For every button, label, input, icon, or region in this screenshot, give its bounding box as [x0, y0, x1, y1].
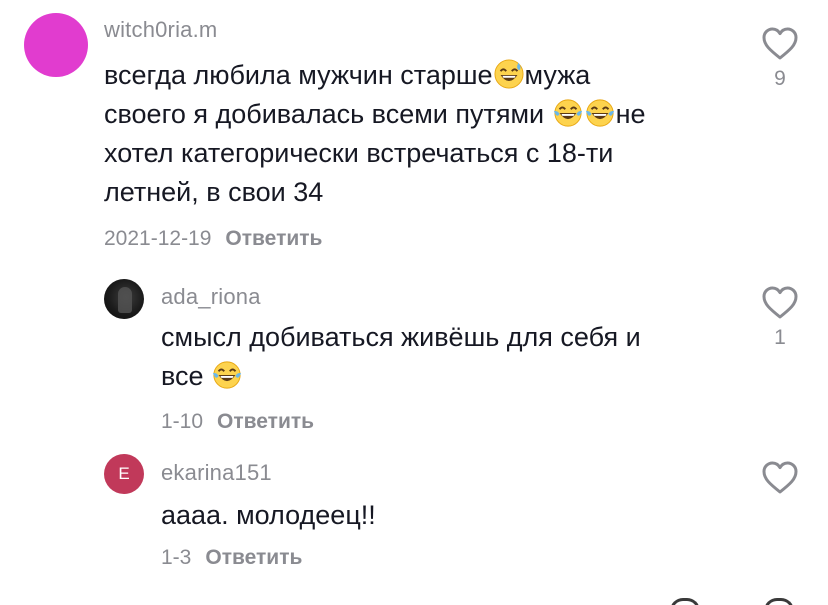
comment-text: всегда любила мужчин старше мужа своего я… [104, 56, 646, 212]
comment-date: 2021-12-19 [104, 227, 212, 250]
comment-meta: 1-10 Ответить [161, 410, 314, 434]
comment-line: хотел категорически встречаться с 18-ти [104, 138, 614, 168]
comment-text: аааа. молодеец!! [161, 496, 376, 535]
comment-meta: 2021-12-19 Ответить [104, 227, 322, 251]
comments-panel: witch0ria.m всегда любила мужчин старше м… [0, 0, 828, 605]
comment-text: смысл добиваться живёшь для себя и все [161, 318, 641, 396]
partial-icon [670, 598, 700, 605]
heart-outline-icon [762, 461, 798, 494]
heart-outline-icon [762, 286, 798, 319]
avatar-photo [118, 287, 132, 313]
avatar[interactable] [104, 279, 144, 319]
reply-button[interactable]: Ответить [225, 227, 322, 250]
comment-line: всегда любила мужчин старше мужа [104, 59, 591, 90]
tears-of-joy-emoji [553, 99, 582, 127]
partial-icon [764, 598, 794, 605]
comment-date: 1-3 [161, 546, 192, 569]
heart-outline-icon [762, 27, 798, 60]
like-button[interactable]: 1 [760, 286, 800, 350]
reply-button[interactable]: Ответить [205, 546, 302, 569]
tears-of-joy-emoji [213, 361, 242, 389]
avatar[interactable]: E [104, 454, 144, 494]
comment-line: летней, в свои 34 [104, 177, 324, 207]
avatar[interactable] [24, 13, 88, 77]
like-count: 1 [774, 326, 786, 349]
comment-line: смысл добиваться живёшь для себя и [161, 322, 641, 352]
like-count: 9 [774, 67, 786, 90]
reply-button[interactable]: Ответить [217, 410, 314, 433]
comment-username[interactable]: witch0ria.m [104, 17, 217, 43]
comment-username[interactable]: ada_riona [161, 284, 261, 310]
comment-meta: 1-3 Ответить [161, 546, 302, 570]
comment-line: все [161, 357, 641, 396]
comment-date: 1-10 [161, 410, 204, 433]
grinning-sweat-emoji [494, 59, 524, 89]
tears-of-joy-emoji [585, 99, 614, 127]
comment-username[interactable]: ekarina151 [161, 460, 272, 486]
comment-line: своего я добивалась всеми путями не [104, 99, 646, 129]
comment-line: аааа. молодеец!! [161, 500, 376, 530]
like-button[interactable] [760, 461, 800, 501]
like-button[interactable]: 9 [760, 27, 800, 91]
